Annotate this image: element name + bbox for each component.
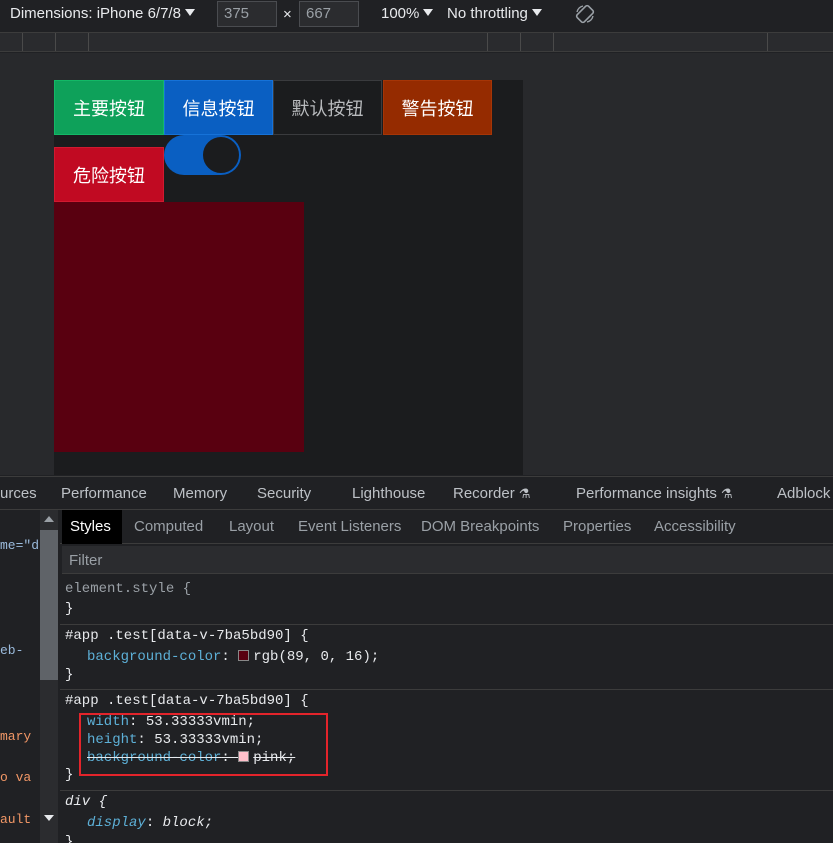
tab-computed[interactable]: Computed (134, 518, 203, 535)
experiment-flask-icon: ⚗ (518, 486, 531, 501)
elements-tree: me="d eb- mary o va ault (0, 510, 40, 843)
elements-fragment: me="d (0, 538, 40, 553)
color-swatch[interactable] (238, 650, 250, 661)
toggle-switch[interactable] (164, 135, 241, 175)
test-box (54, 202, 304, 452)
primary-button[interactable]: 主要按钮 (54, 80, 164, 135)
scrollbar-thumb[interactable] (40, 530, 58, 680)
chevron-down-icon (531, 9, 542, 16)
scroll-down-icon[interactable] (44, 815, 54, 821)
css-declaration[interactable]: display: block; (87, 815, 213, 831)
zoom-label: 100% (381, 5, 420, 22)
tab-recorder-label: Recorder (453, 485, 515, 502)
zoom-dropdown[interactable]: 100% (381, 5, 434, 22)
css-declaration[interactable]: background-color: rgb(89, 0, 16); (87, 649, 379, 665)
element-style-selector: element.style { (65, 581, 192, 597)
tab-styles-label: Styles (70, 518, 111, 535)
close-brace: } (65, 667, 74, 683)
experiment-flask-icon: ⚗ (720, 486, 733, 501)
dimensions-label: Dimensions: iPhone 6/7/8 (10, 5, 181, 22)
tab-event-listeners[interactable]: Event Listeners (298, 518, 401, 535)
width-input[interactable]: 375 (217, 1, 277, 27)
tab-performance-insights-label: Performance insights (576, 485, 717, 502)
elements-fragment: o va (0, 770, 32, 785)
filter-placeholder: Filter (69, 552, 103, 569)
warning-button[interactable]: 警告按钮 (383, 80, 492, 135)
close-brace: } (65, 601, 74, 617)
info-button[interactable]: 信息按钮 (164, 80, 273, 135)
css-property: background-color (87, 649, 222, 665)
close-brace: } (65, 834, 74, 843)
css-property: display (87, 815, 146, 831)
device-toolbar: Dimensions: iPhone 6/7/8 375 × 667 100% … (0, 0, 833, 30)
tab-performance[interactable]: Performance (61, 485, 147, 502)
toggle-knob (202, 136, 240, 174)
rule-selector[interactable]: #app .test[data-v-7ba5bd90] { (65, 693, 309, 709)
elements-fragment: mary (0, 729, 32, 744)
height-input[interactable]: 667 (299, 1, 359, 27)
annotation-highlight (79, 713, 328, 776)
devtools-panel-tabs: urces Performance Memory Security Lighth… (0, 476, 833, 510)
scroll-up-icon[interactable] (44, 516, 54, 522)
times-symbol: × (283, 6, 292, 23)
elements-fragment: ault (0, 812, 32, 827)
rotate-icon[interactable] (574, 3, 596, 25)
danger-button[interactable]: 危险按钮 (54, 147, 164, 202)
throttling-dropdown[interactable]: No throttling (447, 5, 542, 22)
css-value: rgb(89, 0, 16); (253, 649, 380, 665)
tab-recorder[interactable]: Recorder ⚗ (453, 485, 530, 502)
elements-fragment: eb- (0, 643, 24, 658)
tab-security[interactable]: Security (257, 485, 311, 502)
tab-dom-breakpoints[interactable]: DOM Breakpoints (421, 518, 539, 535)
chevron-down-icon (423, 9, 434, 16)
tab-adblock[interactable]: Adblock (777, 485, 830, 502)
styles-filter-input[interactable]: Filter (62, 546, 833, 574)
media-query-bar (0, 32, 833, 52)
dimensions-dropdown[interactable]: Dimensions: iPhone 6/7/8 (10, 5, 195, 22)
tab-properties[interactable]: Properties (563, 518, 631, 535)
tab-sources[interactable]: urces (0, 485, 37, 502)
tab-lighthouse[interactable]: Lighthouse (352, 485, 425, 502)
tab-styles[interactable]: Styles (62, 510, 122, 544)
sidebar-tabs: Styles Computed Layout Event Listeners D… (60, 510, 833, 544)
tab-accessibility[interactable]: Accessibility (654, 518, 736, 535)
default-button[interactable]: 默认按钮 (273, 80, 382, 135)
rule-selector[interactable]: #app .test[data-v-7ba5bd90] { (65, 628, 309, 644)
styles-pane (60, 576, 833, 843)
chevron-down-icon (184, 9, 195, 16)
tab-memory[interactable]: Memory (173, 485, 227, 502)
throttling-label: No throttling (447, 5, 528, 22)
css-value: block; (162, 815, 214, 831)
close-brace: } (65, 767, 74, 783)
tab-layout[interactable]: Layout (229, 518, 274, 535)
rule-selector[interactable]: div { (65, 794, 107, 810)
tab-performance-insights[interactable]: Performance insights ⚗ (576, 485, 733, 502)
